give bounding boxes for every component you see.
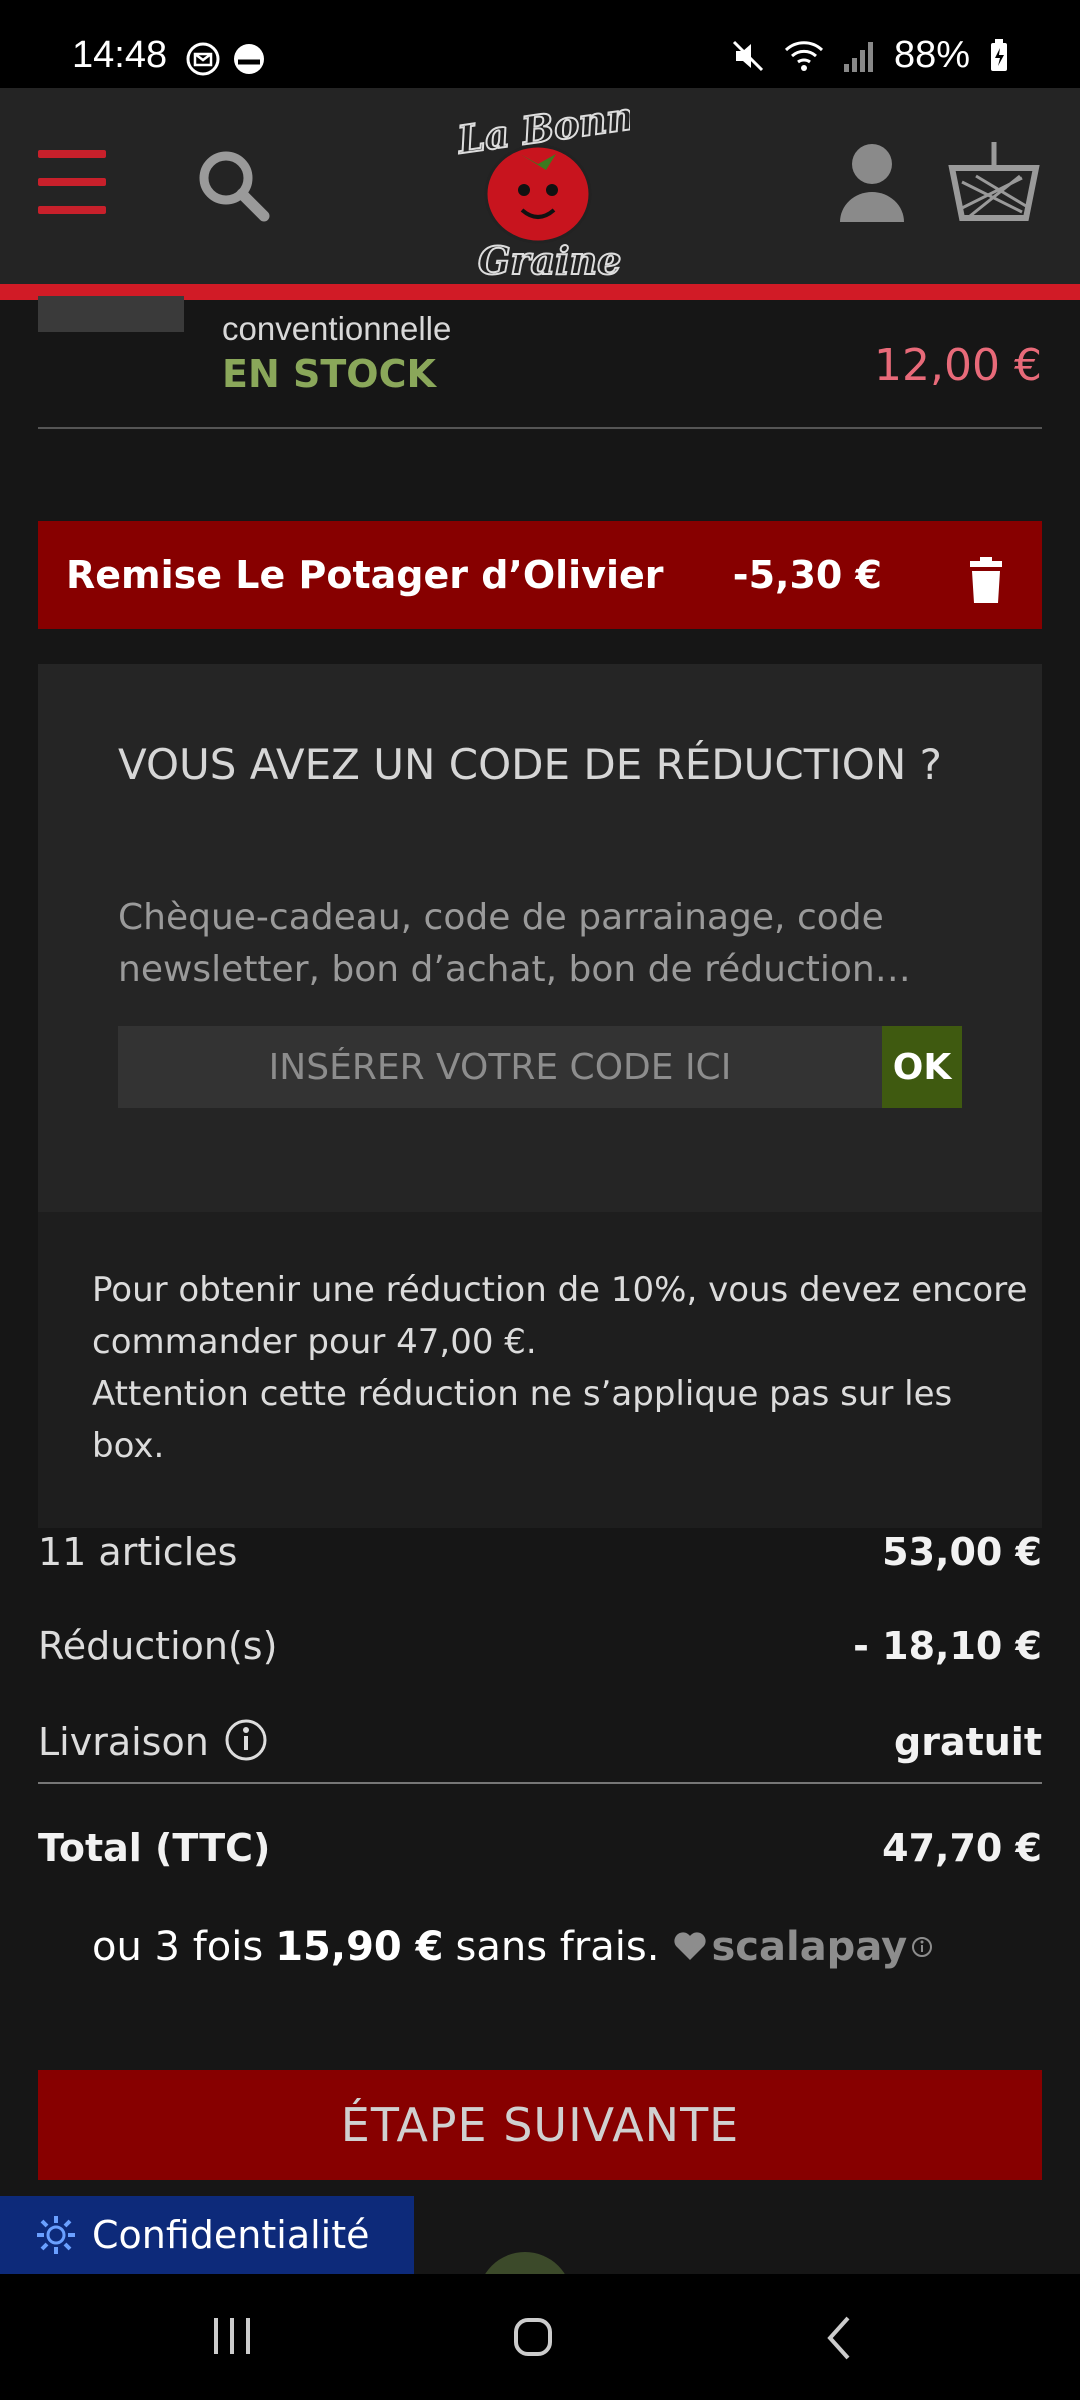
battery-percent: 88% — [893, 34, 970, 76]
scalapay-offer: ou 3 fois 15,90 € sans frais. scalapay — [92, 1924, 933, 1970]
code-description: Chèque-cadeau, code de parrainage, code … — [118, 897, 911, 990]
articles-value: 53,00 € — [882, 1530, 1042, 1574]
privacy-label: Confidentialité — [92, 2213, 370, 2257]
menu-icon[interactable] — [38, 150, 106, 216]
gear-icon — [37, 2216, 75, 2254]
discount-amount: -5,30 € — [732, 553, 882, 597]
articles-label: 11 articles — [38, 1530, 238, 1574]
status-time: 14:48 — [72, 34, 168, 76]
signal-icon — [843, 41, 873, 72]
divider — [38, 427, 1042, 429]
discount-info: Pour obtenir une réduction de 10%, vous … — [38, 1212, 1042, 1528]
search-icon[interactable] — [196, 148, 272, 224]
reductions-value: - 18,10 € — [853, 1624, 1042, 1668]
logo-text-bottom: Graine — [478, 238, 621, 283]
info-icon[interactable] — [224, 1718, 268, 1762]
shipping-value: gratuit — [894, 1720, 1042, 1764]
mute-icon — [732, 40, 763, 71]
code-title: VOUS AVEZ UN CODE DE RÉDUCTION ? — [118, 740, 942, 789]
total-value: 47,70 € — [882, 1826, 1042, 1870]
system-nav-bar — [0, 2274, 1080, 2400]
scalapay-brand[interactable]: scalapay — [673, 1924, 933, 1970]
battery-icon — [991, 38, 1007, 71]
total-label: Total (TTC) — [38, 1826, 271, 1870]
shipping-row: Livraison gratuit — [38, 1718, 1042, 1764]
total-row: Total (TTC) 47,70 € — [38, 1826, 1042, 1870]
product-thumbnail[interactable] — [38, 296, 184, 332]
account-icon[interactable] — [838, 142, 906, 224]
wifi-icon — [784, 40, 823, 71]
recent-apps-icon[interactable] — [208, 2314, 258, 2358]
applied-discount: Remise Le Potager d’Olivier -5,30 € — [38, 521, 1042, 629]
discount-info-line1: Pour obtenir une réduction de 10%, vous … — [92, 1270, 1028, 1362]
next-step-button[interactable]: ÉTAPE SUIVANTE — [38, 2070, 1042, 2180]
divider — [38, 1782, 1042, 1784]
status-icons: 88% — [730, 34, 1010, 77]
reductions-row: Réduction(s) - 18,10 € — [38, 1624, 1042, 1668]
discount-code-panel: VOUS AVEZ UN CODE DE RÉDUCTION ? Chèque-… — [38, 664, 1042, 1212]
privacy-button[interactable]: Confidentialité — [0, 2196, 414, 2274]
heart-icon — [674, 1932, 707, 1960]
discount-code-input[interactable] — [118, 1026, 882, 1108]
status-bar: 14:48 88% — [0, 0, 1080, 88]
home-icon[interactable] — [510, 2314, 558, 2362]
product-subtitle: conventionnelle — [222, 310, 452, 347]
site-header: La Bonne Graine — [0, 88, 1080, 300]
site-logo[interactable]: La Bonne Graine — [450, 94, 630, 290]
scalapay-info-icon[interactable] — [911, 1936, 933, 1958]
scalapay-suffix: sans frais. — [455, 1924, 660, 1970]
shipping-label: Livraison — [38, 1720, 209, 1764]
reductions-label: Réduction(s) — [38, 1624, 278, 1668]
basket-icon[interactable] — [948, 138, 1040, 224]
back-icon[interactable] — [820, 2314, 860, 2362]
scalapay-brand-name: scalapay — [711, 1924, 908, 1970]
articles-row: 11 articles 53,00 € — [38, 1530, 1042, 1574]
app-notification-icon — [234, 44, 264, 74]
stock-status: EN STOCK — [222, 352, 436, 396]
trash-icon[interactable] — [968, 557, 1004, 603]
apply-code-button[interactable]: OK — [882, 1026, 962, 1108]
discount-label: Remise Le Potager d’Olivier — [66, 553, 664, 597]
discount-info-line2: Attention cette réduction ne s’applique … — [92, 1374, 953, 1466]
product-price: 12,00 € — [874, 340, 1042, 391]
mail-notification-icon — [186, 42, 220, 76]
scalapay-prefix: ou 3 fois — [92, 1924, 264, 1970]
scalapay-amount: 15,90 € — [275, 1924, 444, 1970]
